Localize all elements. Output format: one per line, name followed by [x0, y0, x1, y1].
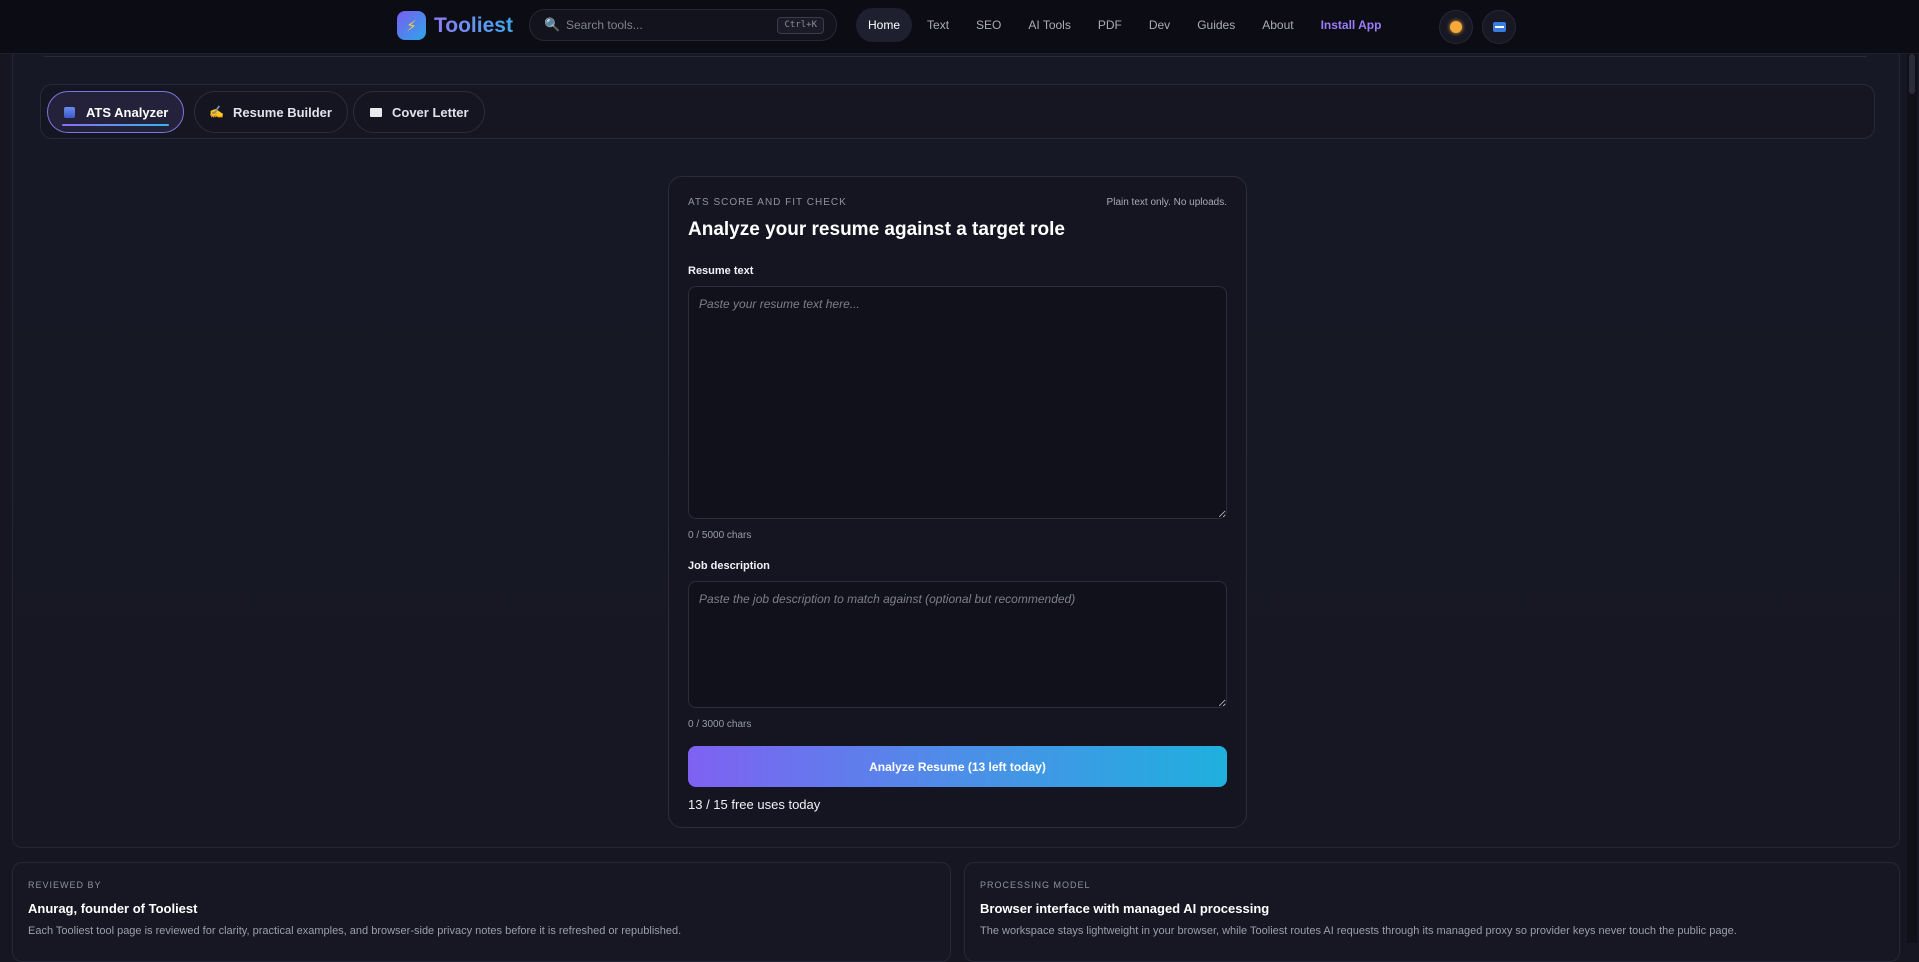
privacy-note: Plain text only. No uploads.: [1106, 197, 1227, 208]
card-title: Analyze your resume against a target rol…: [688, 219, 1065, 240]
brand-name[interactable]: Tooliest: [434, 12, 513, 40]
page-scrollbar[interactable]: [1907, 54, 1917, 943]
nav-home[interactable]: Home: [856, 8, 913, 42]
info-title: Anurag, founder of Tooliest: [28, 901, 198, 916]
tab-label: ATS Analyzer: [86, 104, 169, 120]
analyze-resume-button[interactable]: Analyze Resume (13 left today): [688, 746, 1227, 787]
job-description-textarea[interactable]: [688, 581, 1227, 708]
info-eyebrow: REVIEWED BY: [28, 880, 102, 890]
tab-label: Cover Letter: [392, 104, 469, 120]
search-input[interactable]: [566, 10, 766, 40]
free-uses-counter: 13 / 15 free uses today: [688, 797, 821, 812]
sun-icon: [1450, 21, 1462, 33]
tool-tabs: ATS Analyzer ✍️ Resume Builder Cover Let…: [40, 84, 1875, 139]
nav-ai-tools[interactable]: AI Tools: [1016, 8, 1082, 42]
card-eyebrow: ATS SCORE AND FIT CHECK: [688, 197, 847, 208]
job-char-counter: 0 / 3000 chars: [688, 719, 752, 730]
resume-char-counter: 0 / 5000 chars: [688, 530, 752, 541]
envelope-icon: [369, 106, 382, 119]
info-title: Browser interface with managed AI proces…: [980, 901, 1270, 916]
tab-label: Resume Builder: [233, 104, 332, 120]
top-header: ⚡ Tooliest 🔍 Ctrl+K Home Text SEO AI Too…: [0, 0, 1919, 54]
logo-icon[interactable]: ⚡: [397, 11, 426, 40]
resume-textarea[interactable]: [688, 286, 1227, 519]
info-eyebrow: PROCESSING MODEL: [980, 880, 1091, 890]
nav-seo[interactable]: SEO: [964, 8, 1013, 42]
theme-toggle-button[interactable]: [1439, 10, 1473, 44]
nav-install-app[interactable]: Install App: [1309, 8, 1394, 42]
search-shortcut-badge: Ctrl+K: [777, 17, 824, 34]
resume-text-label: Resume text: [688, 265, 754, 277]
info-body: The workspace stays lightweight in your …: [980, 925, 1737, 937]
tab-cover-letter[interactable]: Cover Letter: [353, 91, 485, 133]
flag-icon: [1492, 22, 1506, 32]
nav-pdf[interactable]: PDF: [1086, 8, 1134, 42]
job-description-label: Job description: [688, 560, 770, 572]
section-divider: [42, 54, 1868, 57]
search-icon: 🔍: [544, 17, 561, 32]
tab-ats-analyzer[interactable]: ATS Analyzer: [47, 91, 185, 133]
processing-model-card: PROCESSING MODEL Browser interface with …: [964, 862, 1900, 962]
nav-dev[interactable]: Dev: [1137, 8, 1182, 42]
tab-resume-builder[interactable]: ✍️ Resume Builder: [194, 91, 348, 133]
main-nav: Home Text SEO AI Tools PDF Dev Guides Ab…: [856, 8, 1396, 42]
info-body: Each Tooliest tool page is reviewed for …: [28, 925, 682, 937]
search-box[interactable]: 🔍 Ctrl+K: [529, 9, 837, 41]
chart-icon: [63, 106, 76, 119]
scrollbar-thumb[interactable]: [1909, 54, 1915, 94]
nav-guides[interactable]: Guides: [1185, 8, 1247, 42]
writing-hand-icon: ✍️: [209, 105, 224, 119]
ats-analyzer-card: ATS SCORE AND FIT CHECK Plain text only.…: [668, 176, 1247, 828]
language-button[interactable]: [1482, 10, 1516, 44]
nav-about[interactable]: About: [1250, 8, 1305, 42]
nav-text[interactable]: Text: [915, 8, 961, 42]
reviewed-by-card: REVIEWED BY Anurag, founder of Tooliest …: [12, 862, 951, 962]
